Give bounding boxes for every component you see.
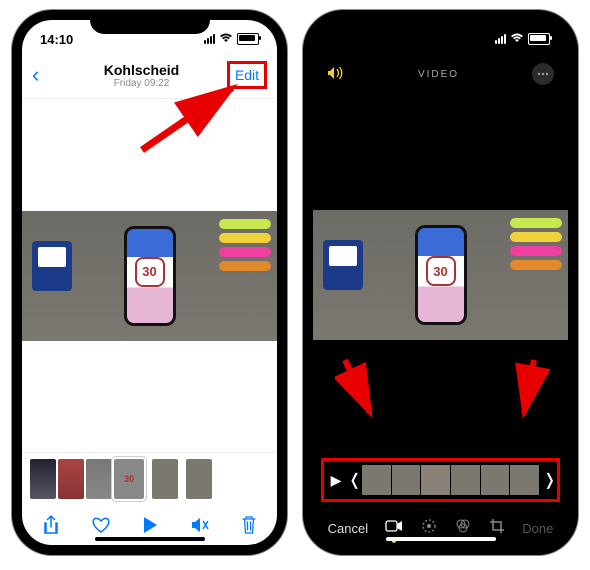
markers-graphic	[510, 218, 562, 270]
done-button[interactable]: Done	[522, 521, 553, 536]
screen-video-edit: VIDEO 30	[313, 20, 568, 545]
thumbnail-selected[interactable]: 30	[114, 459, 144, 499]
mute-icon[interactable]	[190, 516, 210, 539]
video-preview: 30	[22, 211, 277, 341]
volume-icon[interactable]	[327, 66, 345, 83]
badge-30: 30	[135, 257, 165, 287]
mode-label: VIDEO	[345, 69, 532, 80]
play-icon[interactable]: ▶	[328, 472, 344, 489]
notch	[90, 10, 210, 34]
notch	[381, 10, 501, 34]
phone-in-image: 30	[124, 226, 176, 326]
annotation-arrow-left	[335, 355, 395, 425]
home-indicator[interactable]	[386, 537, 496, 541]
thumbnail[interactable]	[58, 459, 84, 499]
trim-timeline[interactable]: ▶ ❬ ❭	[321, 458, 560, 502]
home-indicator[interactable]	[95, 537, 205, 541]
thumbnail[interactable]	[152, 459, 178, 499]
annotation-arrow-right	[504, 355, 554, 425]
video-tab-icon[interactable]	[385, 519, 403, 538]
markers-graphic	[219, 219, 271, 271]
adjust-tab-icon[interactable]	[421, 518, 437, 539]
battery-icon	[237, 33, 259, 45]
cancel-button[interactable]: Cancel	[328, 521, 368, 536]
page-title: Kohlscheid	[56, 62, 227, 78]
heart-icon[interactable]	[91, 516, 111, 539]
battery-icon	[528, 33, 550, 45]
thumbnail[interactable]	[186, 459, 212, 499]
cup-graphic	[32, 241, 72, 291]
filters-tab-icon[interactable]	[454, 518, 472, 539]
thumbnail[interactable]	[30, 459, 56, 499]
status-time: 14:10	[40, 32, 73, 47]
phone-right: VIDEO 30	[303, 10, 578, 555]
cup-graphic	[323, 240, 363, 290]
annotation-arrow	[132, 80, 252, 160]
trim-frames[interactable]	[362, 465, 539, 495]
crop-tab-icon[interactable]	[489, 518, 505, 539]
phone-in-image: 30	[415, 225, 467, 325]
status-right	[204, 33, 259, 46]
thumbnail[interactable]	[86, 459, 112, 499]
badge-30: 30	[426, 256, 456, 286]
wifi-icon	[510, 33, 524, 46]
more-button[interactable]	[532, 63, 554, 85]
edit-nav-bar: VIDEO	[313, 52, 568, 92]
trim-end-handle[interactable]: ❭	[543, 470, 553, 490]
wifi-icon	[219, 33, 233, 46]
signal-icon	[495, 34, 506, 44]
status-right	[495, 33, 550, 46]
signal-icon	[204, 34, 215, 44]
trim-start-handle[interactable]: ❬	[348, 470, 358, 490]
phone-left: 14:10 ‹ Kohlscheid Friday 09:22 Edit	[12, 10, 287, 555]
edit-content: 30 ▶ ❬ ❭ Cancel	[313, 92, 568, 545]
back-button[interactable]: ‹	[32, 62, 56, 88]
share-icon[interactable]	[42, 515, 60, 540]
trash-icon[interactable]	[241, 515, 257, 540]
play-icon[interactable]	[142, 516, 158, 539]
thumbnail-strip[interactable]: 30	[22, 452, 277, 505]
video-preview: 30	[313, 210, 568, 340]
content-area: 30 30	[22, 99, 277, 545]
